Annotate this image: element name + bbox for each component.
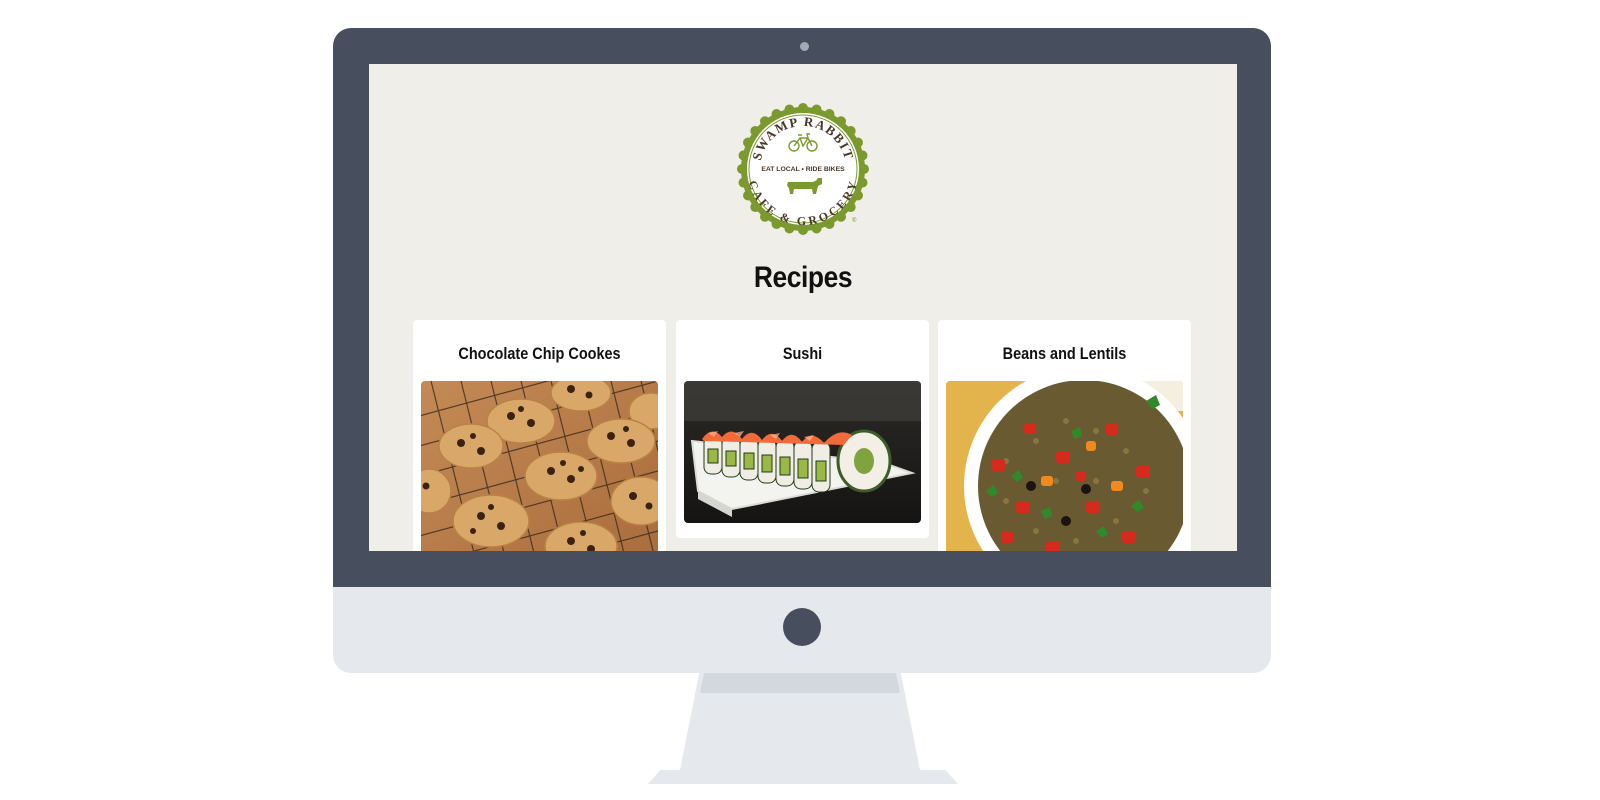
logo-scallop: [811, 104, 822, 115]
lentil-salad-image[interactable]: [946, 381, 1183, 551]
logo-scallop: [845, 125, 856, 136]
screen: SWAMP RABBIT CAFE & GROCERY EAT LOCAL • …: [369, 64, 1237, 551]
logo-scallop: [852, 137, 863, 148]
recipe-title[interactable]: Beans and Lentils: [957, 344, 1172, 364]
monitor-stand-shadow: [700, 673, 900, 693]
logo-scallop: [759, 116, 770, 127]
logo-scallop: [738, 150, 749, 161]
logo-scallop: [737, 164, 747, 174]
recipe-card-sushi[interactable]: Sushi: [676, 320, 929, 538]
logo-scallop: [824, 109, 835, 120]
monitor-stand-base: [648, 770, 958, 784]
page-title: Recipes: [753, 261, 853, 294]
camera-icon: [800, 42, 809, 51]
logo-tagline: EAT LOCAL • RIDE BIKES: [761, 166, 845, 173]
logo-scallop: [771, 109, 782, 120]
logo-scallop: [784, 104, 795, 115]
recipe-title[interactable]: Sushi: [695, 344, 910, 364]
logo-scallop: [836, 116, 847, 127]
logo-scallop: [857, 150, 868, 161]
logo-scallop: [859, 164, 869, 174]
sushi-image[interactable]: [684, 381, 921, 523]
logo-scallop: [743, 137, 754, 148]
swamp-rabbit-logo[interactable]: SWAMP RABBIT CAFE & GROCERY EAT LOCAL • …: [736, 102, 870, 236]
cookies-image[interactable]: [421, 381, 658, 551]
recipe-title[interactable]: Chocolate Chip Cookes: [432, 344, 647, 364]
logo-scallop: [798, 103, 808, 113]
recipe-card-lentils[interactable]: Beans and Lentils: [938, 320, 1191, 551]
recipe-card-cookies[interactable]: Chocolate Chip Cookes: [413, 320, 666, 551]
power-button: [783, 608, 821, 646]
registered-mark: ®: [852, 217, 857, 224]
logo-scallop: [750, 125, 761, 136]
